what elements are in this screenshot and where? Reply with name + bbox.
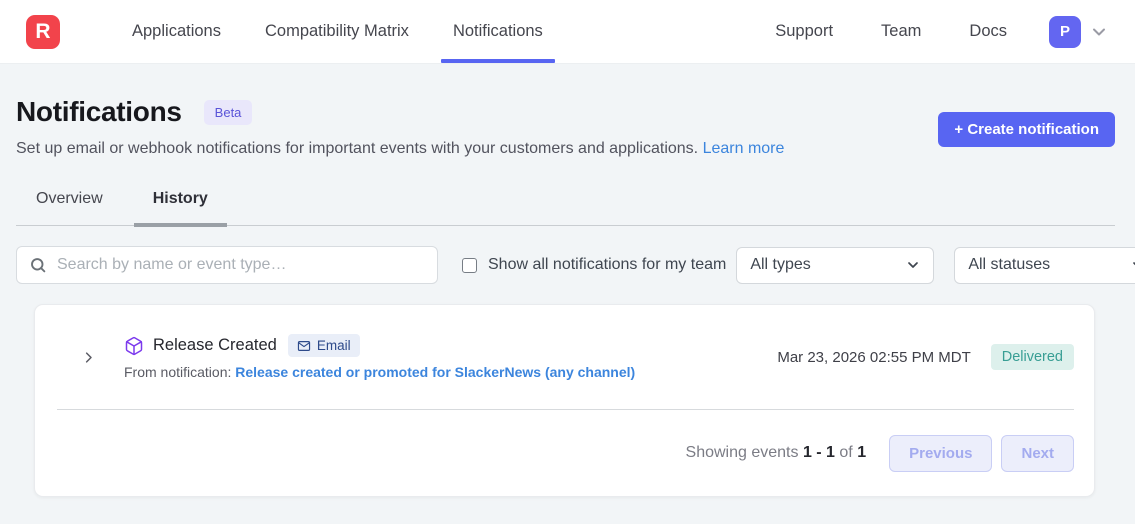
primary-nav: Applications Compatibility Matrix Notifi… [110, 0, 565, 63]
next-page-button[interactable]: Next [1001, 435, 1074, 472]
pagination-of: of [839, 444, 852, 461]
team-filter: Show all notifications for my team [462, 256, 726, 274]
status-filter-select[interactable]: All statuses [954, 247, 1135, 284]
nav-item-label: Compatibility Matrix [265, 22, 409, 41]
nav-item-docs[interactable]: Docs [945, 22, 1031, 41]
event-row: Release Created Email From notification:… [35, 305, 1094, 409]
status-filter-value: All statuses [968, 256, 1050, 274]
top-nav: R Applications Compatibility Matrix Noti… [0, 0, 1135, 64]
type-filter-select[interactable]: All types [736, 247, 934, 284]
pagination-total: 1 [857, 444, 866, 461]
show-team-checkbox[interactable] [462, 258, 477, 273]
chevron-down-icon [1130, 257, 1135, 273]
nav-item-label: Applications [132, 22, 221, 41]
event-timestamp: Mar 23, 2026 02:55 PM MDT [777, 349, 970, 366]
nav-item-team[interactable]: Team [857, 22, 945, 41]
pagination-row: Showing events 1 - 1 of 1 Previous Next [35, 410, 1094, 496]
create-notification-button[interactable]: + Create notification [938, 112, 1115, 147]
chevron-down-icon [905, 257, 921, 273]
expand-row-button[interactable] [77, 346, 100, 369]
tab-overview[interactable]: Overview [34, 180, 105, 225]
tab-label: History [153, 190, 208, 207]
show-team-label[interactable]: Show all notifications for my team [488, 256, 726, 274]
tab-history[interactable]: History [151, 180, 210, 225]
event-name: Release Created [153, 336, 277, 355]
nav-item-label: Notifications [453, 22, 543, 41]
nav-item-label: Team [881, 22, 921, 41]
page-title: Notifications [16, 96, 182, 128]
events-card: Release Created Email From notification:… [34, 304, 1095, 497]
event-source-line: From notification: Release created or pr… [124, 364, 635, 380]
tab-bar: Overview History [16, 180, 1115, 226]
nav-item-applications[interactable]: Applications [110, 0, 243, 63]
nav-item-compatibility-matrix[interactable]: Compatibility Matrix [243, 0, 431, 63]
event-meta: Mar 23, 2026 02:55 PM MDT Delivered [777, 344, 1074, 370]
page-description-text: Set up email or webhook notifications fo… [16, 140, 698, 157]
pagination-range: 1 - 1 [803, 444, 835, 461]
type-filter-value: All types [750, 256, 810, 274]
avatar[interactable]: P [1049, 16, 1081, 48]
active-tab-underline [134, 223, 227, 227]
secondary-nav: Support Team Docs P [751, 0, 1109, 63]
channel-badge-label: Email [317, 338, 351, 353]
filters-row: Show all notifications for my team All t… [16, 246, 1115, 284]
pagination-summary: Showing events 1 - 1 of 1 [686, 444, 867, 462]
channel-badge: Email [288, 334, 360, 357]
search-box[interactable] [16, 246, 438, 284]
learn-more-link[interactable]: Learn more [703, 140, 785, 157]
event-main: Release Created Email From notification:… [124, 334, 635, 380]
previous-page-button[interactable]: Previous [889, 435, 992, 472]
event-title-line: Release Created Email [124, 334, 635, 357]
chevron-down-icon[interactable] [1089, 22, 1109, 42]
nav-item-label: Support [775, 22, 833, 41]
nav-item-support[interactable]: Support [751, 22, 857, 41]
from-notification-label: From notification: [124, 364, 231, 380]
active-nav-underline [441, 59, 555, 63]
source-notification-link[interactable]: Release created or promoted for SlackerN… [235, 364, 635, 380]
chevron-right-icon [81, 350, 96, 365]
beta-badge: Beta [204, 100, 253, 125]
pagination-prefix: Showing events [686, 444, 799, 461]
status-badge: Delivered [991, 344, 1074, 370]
app-logo[interactable]: R [26, 15, 60, 49]
search-input[interactable] [57, 256, 425, 274]
nav-item-label: Docs [969, 22, 1007, 41]
email-icon [297, 339, 311, 353]
notifications-page: Notifications Beta + Create notification… [0, 96, 1135, 497]
nav-item-notifications[interactable]: Notifications [431, 0, 565, 63]
search-icon [29, 256, 47, 274]
package-icon [124, 336, 144, 356]
tab-label: Overview [36, 190, 103, 207]
